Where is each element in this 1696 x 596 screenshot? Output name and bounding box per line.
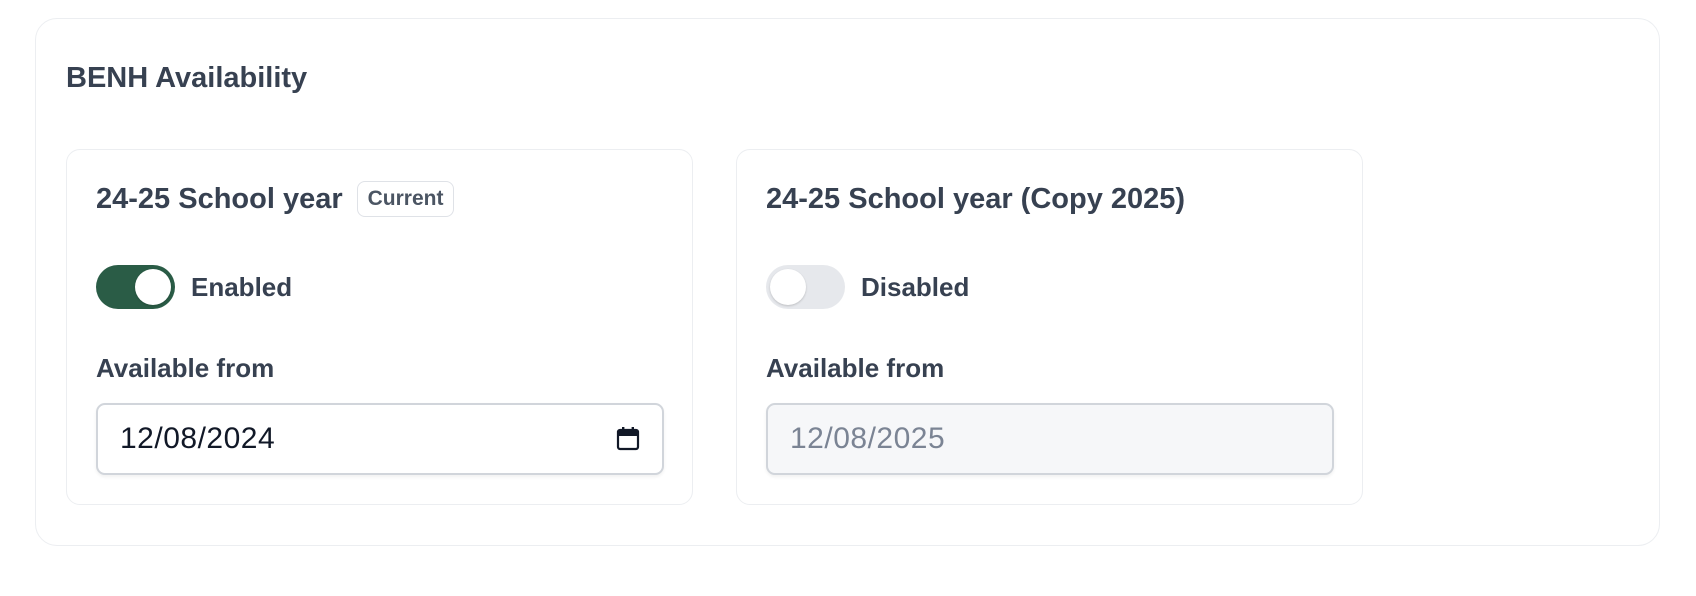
toggle-knob (135, 269, 171, 305)
available-from-date-input[interactable]: 12/08/2024 (96, 403, 664, 475)
availability-panel: BENH Availability 24-25 School year Curr… (35, 18, 1660, 546)
toggle-knob (770, 269, 806, 305)
current-badge: Current (356, 181, 455, 217)
card-header: 24-25 School year Current (96, 179, 455, 219)
available-from-label: Available from (96, 353, 275, 383)
date-value: 12/08/2025 (790, 422, 946, 455)
card-title: 24-25 School year (96, 182, 343, 215)
available-from-date-input-disabled: 12/08/2025 (766, 403, 1334, 475)
enabled-toggle[interactable] (96, 265, 175, 309)
calendar-icon[interactable] (616, 426, 640, 452)
toggle-label: Enabled (191, 271, 293, 302)
date-value: 12/08/2024 (120, 422, 276, 455)
panel-title: BENH Availability (66, 62, 308, 94)
school-year-card: 24-25 School year (Copy 2025) Disabled A… (736, 149, 1363, 505)
toggle-row: Enabled (96, 265, 292, 309)
school-year-card: 24-25 School year Current Enabled Availa… (66, 149, 693, 505)
card-header: 24-25 School year (Copy 2025) (766, 179, 1185, 219)
card-title: 24-25 School year (Copy 2025) (766, 182, 1186, 215)
disabled-toggle[interactable] (766, 265, 845, 309)
toggle-row: Disabled (766, 265, 969, 309)
toggle-label: Disabled (861, 271, 970, 302)
available-from-label: Available from (766, 353, 945, 383)
